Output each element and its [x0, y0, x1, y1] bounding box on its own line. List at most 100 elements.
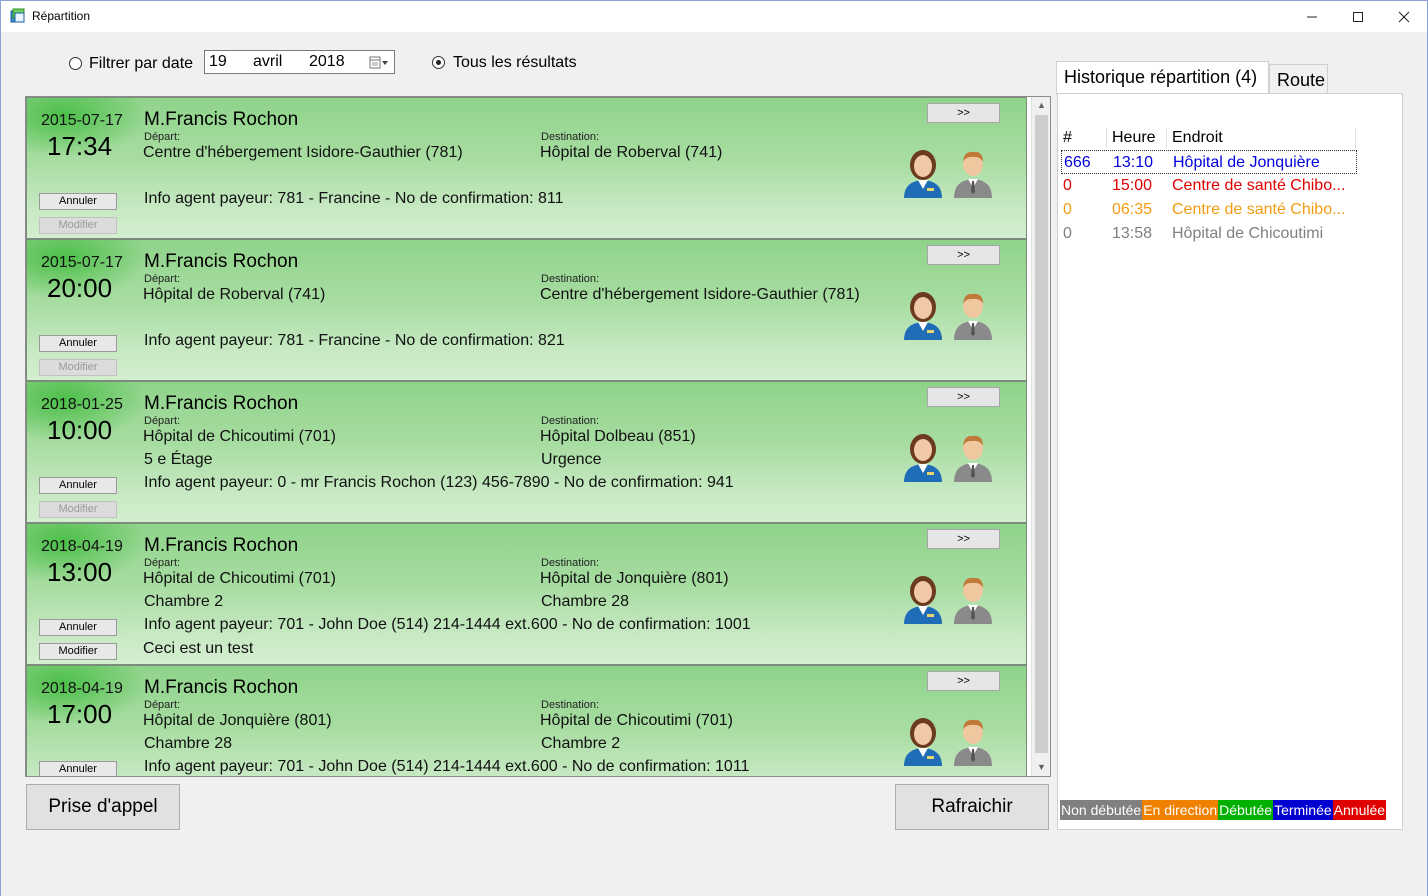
card-date: 2018-01-25: [41, 396, 123, 413]
driver-male-icon: [950, 290, 996, 340]
repartition-window: Répartition Filtrer par date 19 avril 20…: [0, 0, 1428, 896]
maximize-button[interactable]: [1335, 1, 1381, 32]
card-destination: Hôpital de Chicoutimi (701): [540, 712, 733, 729]
legend-item: Non débutée: [1060, 800, 1143, 820]
history-row[interactable]: 0 06:35 Centre de santé Chibo...: [1061, 198, 1357, 222]
card-info-agent-payeur: Info agent payeur: 781 - Francine - No d…: [144, 332, 565, 349]
card-time: 17:34: [47, 131, 113, 161]
driver-male-icon: [950, 574, 996, 624]
history-endroit: Centre de santé Chibo...: [1172, 177, 1346, 194]
filter-by-date-label[interactable]: Filtrer par date: [89, 55, 193, 73]
card-patient-name: M.Francis Rochon: [144, 109, 299, 130]
status-legend: Non débutée En direction Débutée Terminée An…: [1060, 800, 1387, 820]
history-col-heure[interactable]: Heure: [1112, 129, 1156, 147]
dispatcher-female-icon: [900, 574, 946, 624]
card-date: 2015-07-17: [41, 112, 123, 129]
prise-appel-button[interactable]: Prise d'appel: [26, 784, 180, 830]
dispatch-card[interactable]: 2018-04-19 17:00 M.Francis Rochon Départ: Hô…: [26, 665, 1027, 776]
card-info-agent-payeur: Info agent payeur: 781 - Francine - No d…: [144, 190, 564, 207]
card-time: 17:00: [47, 699, 113, 729]
card-details-button[interactable]: >>: [927, 529, 1000, 549]
card-depart-label: Départ:: [144, 415, 181, 427]
history-row[interactable]: 666 13:10 Hôpital de Jonquière: [1061, 150, 1357, 174]
card-destination: Centre d'hébergement Isidore-Gauthier (7…: [540, 286, 860, 303]
date-picker[interactable]: 19 avril 2018: [204, 50, 395, 74]
card-depart: Hôpital de Chicoutimi (701): [143, 570, 336, 587]
card-details-button[interactable]: >>: [927, 671, 1000, 691]
dispatch-card[interactable]: 2018-01-25 10:00 M.Francis Rochon Départ: Hô…: [26, 381, 1027, 523]
card-depart-label: Départ:: [144, 131, 181, 143]
dispatch-card[interactable]: 2015-07-17 17:34 M.Francis Rochon Départ: Ce…: [26, 97, 1027, 239]
date-year[interactable]: 2018: [309, 53, 345, 71]
history-col-num[interactable]: #: [1063, 129, 1072, 147]
card-depart-label: Départ:: [144, 699, 181, 711]
card-date: 2018-04-19: [41, 538, 123, 555]
card-destination: Hôpital Dolbeau (851): [540, 428, 696, 445]
legend-item: En direction: [1142, 800, 1219, 820]
minimize-button[interactable]: [1289, 1, 1335, 32]
card-depart-detail: Chambre 28: [144, 735, 233, 752]
annuler-button[interactable]: Annuler: [39, 335, 117, 352]
history-row[interactable]: 0 15:00 Centre de santé Chibo...: [1061, 174, 1357, 198]
history-row[interactable]: 0 13:58 Hôpital de Chicoutimi: [1061, 222, 1357, 246]
dispatcher-female-icon: [900, 148, 946, 198]
all-results-radio[interactable]: [432, 56, 445, 69]
card-depart: Hôpital de Roberval (741): [143, 286, 326, 303]
historique-panel: # Heure Endroit 666 13:10 Hôpital de Jonqu…: [1057, 93, 1403, 830]
history-col-endroit[interactable]: Endroit: [1172, 129, 1223, 147]
calendar-dropdown-icon[interactable]: [369, 56, 389, 70]
all-results-label[interactable]: Tous les résultats: [453, 54, 577, 72]
card-info-agent-payeur: Info agent payeur: 701 - John Doe (514) …: [144, 616, 751, 633]
card-destination-label: Destination:: [541, 131, 600, 143]
tab-route[interactable]: Route: [1269, 64, 1328, 96]
card-details-button[interactable]: >>: [927, 387, 1000, 407]
window-title: Répartition: [32, 9, 91, 23]
card-destination-detail: Chambre 28: [541, 593, 630, 610]
history-num: 0: [1063, 225, 1072, 242]
dispatch-card[interactable]: 2018-04-19 13:00 M.Francis Rochon Départ: Hô…: [26, 523, 1027, 665]
card-depart-label: Départ:: [144, 557, 181, 569]
driver-male-icon: [950, 716, 996, 766]
card-destination-label: Destination:: [541, 415, 600, 427]
client-area: Filtrer par date 19 avril 2018 Tous les …: [1, 32, 1427, 896]
modifier-button[interactable]: Modifier: [39, 643, 117, 660]
legend-item: Débutée: [1218, 800, 1274, 820]
card-patient-name: M.Francis Rochon: [144, 251, 299, 272]
modifier-button[interactable]: Modifier: [39, 359, 117, 376]
close-icon: [1398, 11, 1410, 22]
modifier-button[interactable]: Modifier: [39, 501, 117, 518]
scroll-down-icon[interactable]: ▼: [1032, 759, 1050, 776]
card-info-agent-payeur: Info agent payeur: 701 - John Doe (514) …: [144, 758, 750, 775]
dispatch-list[interactable]: 2015-07-17 17:34 M.Francis Rochon Départ: Ce…: [25, 96, 1051, 777]
card-depart: Hôpital de Chicoutimi (701): [143, 428, 336, 445]
history-endroit: Hôpital de Jonquière: [1173, 154, 1320, 171]
history-num: 0: [1063, 201, 1072, 218]
minimize-icon: [1307, 16, 1317, 17]
scroll-up-icon[interactable]: ▲: [1032, 97, 1050, 114]
history-header: # Heure Endroit: [1061, 126, 1357, 150]
scroll-thumb[interactable]: [1035, 115, 1048, 753]
close-button[interactable]: [1381, 1, 1427, 32]
annuler-button[interactable]: Annuler: [39, 761, 117, 776]
history-heure: 13:10: [1113, 154, 1154, 171]
card-details-button[interactable]: >>: [927, 103, 1000, 123]
history-num: 0: [1063, 177, 1072, 194]
modifier-button[interactable]: Modifier: [39, 217, 117, 234]
card-destination: Hôpital de Jonquière (801): [540, 570, 729, 587]
dispatch-card[interactable]: 2015-07-17 20:00 M.Francis Rochon Départ: Hô…: [26, 239, 1027, 381]
history-num: 666: [1064, 154, 1091, 171]
annuler-button[interactable]: Annuler: [39, 477, 117, 494]
date-month[interactable]: avril: [253, 53, 282, 71]
filter-by-date-radio[interactable]: [69, 57, 82, 70]
date-day[interactable]: 19: [209, 53, 227, 71]
card-info-agent-payeur: Info agent payeur: 0 - mr Francis Rochon…: [144, 474, 734, 491]
history-endroit: Centre de santé Chibo...: [1172, 201, 1346, 218]
card-destination-label: Destination:: [541, 273, 600, 285]
annuler-button[interactable]: Annuler: [39, 193, 117, 210]
list-scrollbar[interactable]: ▲ ▼: [1031, 97, 1050, 776]
card-details-button[interactable]: >>: [927, 245, 1000, 265]
maximize-icon: [1353, 11, 1363, 22]
rafraichir-button[interactable]: Rafraichir: [895, 784, 1049, 830]
tab-historique[interactable]: Historique répartition (4): [1056, 61, 1269, 95]
annuler-button[interactable]: Annuler: [39, 619, 117, 636]
